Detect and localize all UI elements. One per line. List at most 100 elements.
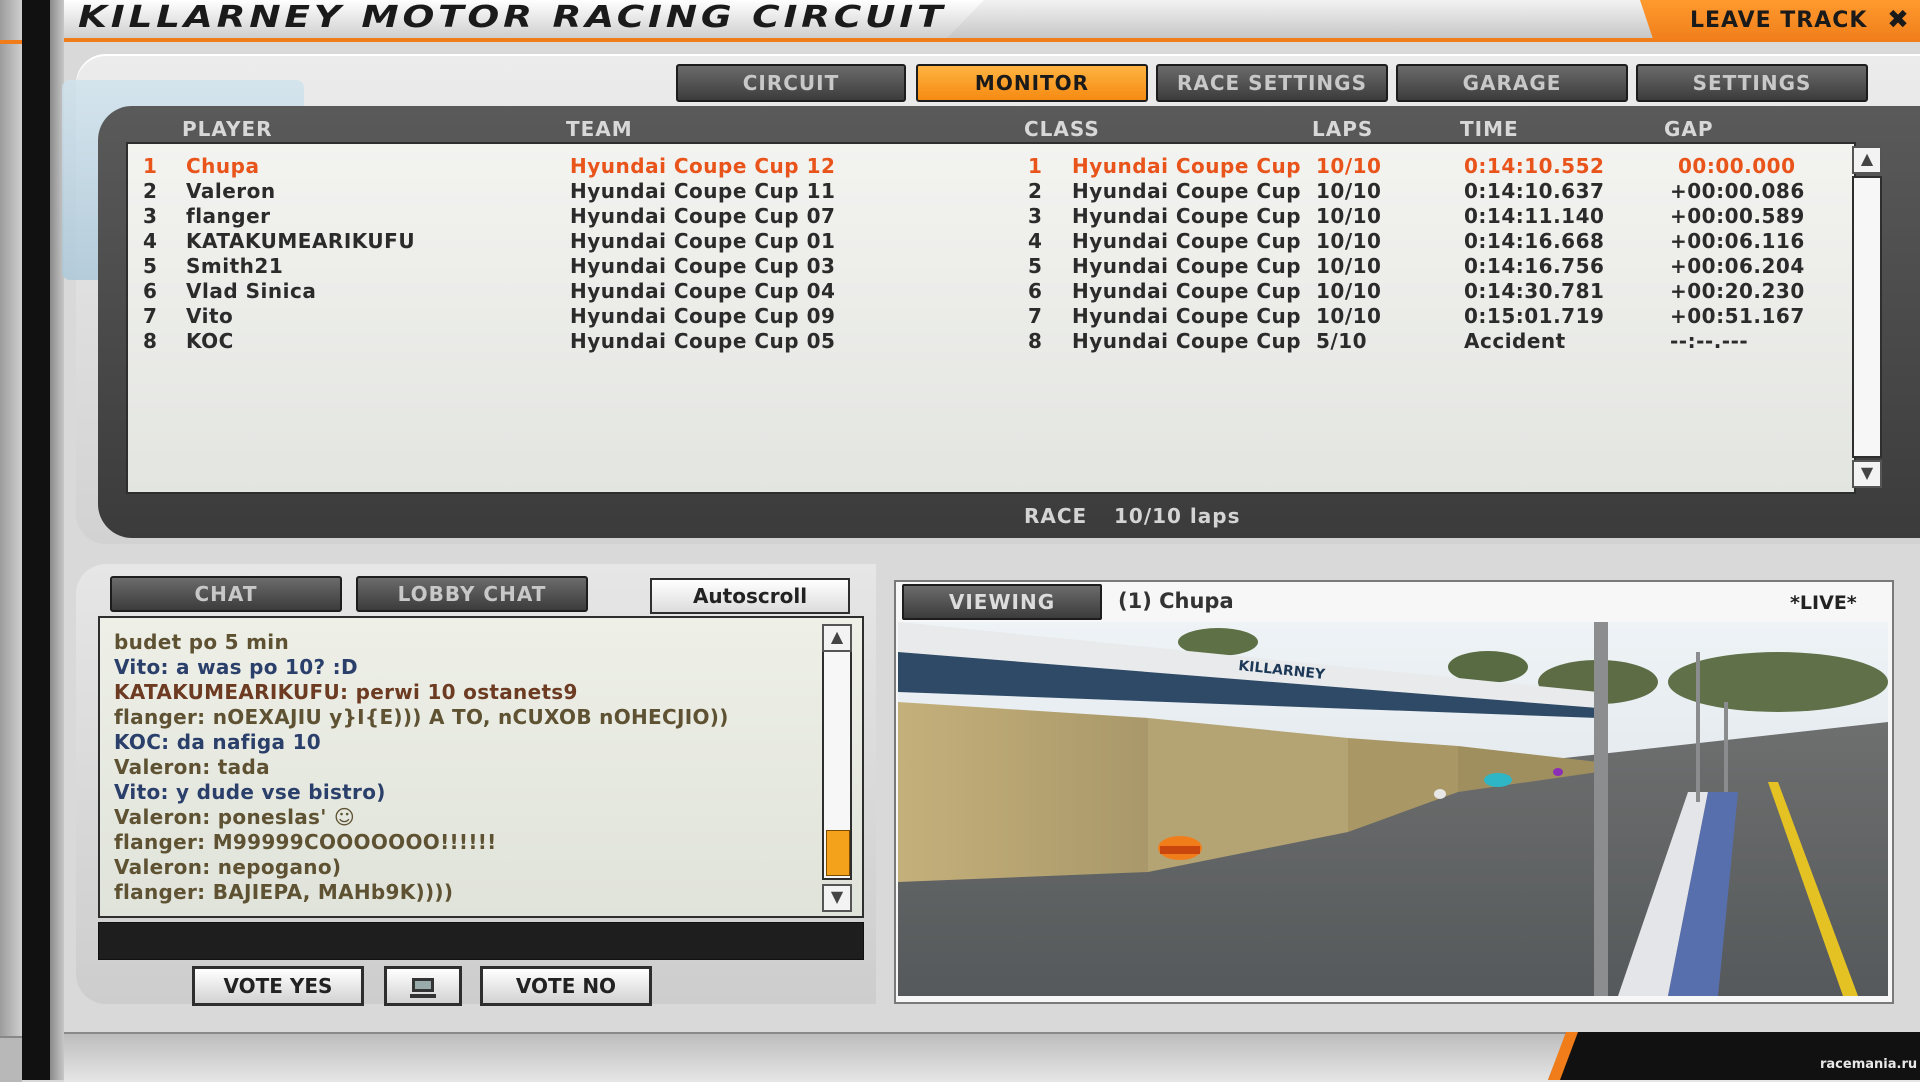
class-position-cell: 4	[1028, 229, 1043, 253]
column-header-class[interactable]: CLASS	[1024, 116, 1100, 142]
chat-message: flanger: M99999COOOOOOO!!!!!!	[114, 830, 497, 854]
position-cell: 8	[143, 329, 158, 353]
results-scroll-down-icon[interactable]: ▼	[1852, 460, 1882, 488]
gap-cell: +00:00.086	[1670, 179, 1805, 203]
results-scrollbar[interactable]	[1852, 176, 1882, 458]
class-cell: Hyundai Coupe Cup	[1072, 179, 1302, 203]
results-scroll-up-icon[interactable]: ▲	[1852, 146, 1882, 174]
table-row[interactable]: 7 Vito Hyundai Coupe Cup 09 7 Hyundai Co…	[128, 304, 1854, 329]
team-cell: Hyundai Coupe Cup 09	[570, 304, 836, 328]
time-cell: 0:14:11.140	[1464, 204, 1605, 228]
chat-message: flanger: nOEXAJIU y}I{E))) A TO, nCUXOB …	[114, 705, 729, 729]
chat-message: KOC: da nafiga 10	[114, 730, 322, 754]
team-cell: Hyundai Coupe Cup 04	[570, 279, 836, 303]
table-row[interactable]: 8 KOC Hyundai Coupe Cup 05 8 Hyundai Cou…	[128, 329, 1854, 354]
race-laps: 10/10 laps	[1114, 504, 1241, 528]
autoscroll-button[interactable]: Autoscroll	[650, 578, 850, 614]
position-cell: 4	[143, 229, 158, 253]
left-frame-divider	[22, 0, 50, 1080]
chat-message: Valeron: tada	[114, 755, 270, 779]
column-header-laps[interactable]: LAPS	[1312, 116, 1373, 142]
table-row[interactable]: 6 Vlad Sinica Hyundai Coupe Cup 04 6 Hyu…	[128, 279, 1854, 304]
player-cell: flanger	[186, 204, 271, 228]
table-row[interactable]: 1 Chupa Hyundai Coupe Cup 12 1 Hyundai C…	[128, 154, 1854, 179]
tab-settings[interactable]: SETTINGS	[1636, 64, 1868, 102]
class-position-cell: 1	[1028, 154, 1043, 178]
track-title: KILLARNEY MOTOR RACING CIRCUIT	[78, 0, 947, 35]
viewing-button[interactable]: VIEWING	[902, 584, 1102, 620]
class-cell: Hyundai Coupe Cup	[1072, 279, 1302, 303]
monitor-toggle-button[interactable]	[384, 966, 462, 1006]
table-row[interactable]: 4 KATAKUMEARIKUFU Hyundai Coupe Cup 01 4…	[128, 229, 1854, 254]
laps-cell: 10/10	[1316, 154, 1382, 178]
table-row[interactable]: 2 Valeron Hyundai Coupe Cup 11 2 Hyundai…	[128, 179, 1854, 204]
table-row[interactable]: 5 Smith21 Hyundai Coupe Cup 03 5 Hyundai…	[128, 254, 1854, 279]
class-position-cell: 6	[1028, 279, 1043, 303]
table-row[interactable]: 3 flanger Hyundai Coupe Cup 07 3 Hyundai…	[128, 204, 1854, 229]
close-icon[interactable]: ✖	[1884, 6, 1912, 34]
team-cell: Hyundai Coupe Cup 07	[570, 204, 836, 228]
class-cell: Hyundai Coupe Cup	[1072, 229, 1302, 253]
laps-cell: 10/10	[1316, 179, 1382, 203]
left-frame-notch	[0, 1036, 22, 1082]
left-frame-strip	[0, 0, 22, 1080]
player-cell: Valeron	[186, 179, 276, 203]
player-cell: KATAKUMEARIKUFU	[186, 229, 416, 253]
chat-scroll-thumb[interactable]	[826, 830, 850, 876]
chat-message: Vito: y dude vse bistro)	[114, 780, 386, 804]
team-cell: Hyundai Coupe Cup 01	[570, 229, 836, 253]
gap-cell: +00:06.116	[1670, 229, 1805, 253]
time-cell: 0:14:30.781	[1464, 279, 1605, 303]
player-cell: Vlad Sinica	[186, 279, 317, 303]
live-indicator: *LIVE*	[1790, 592, 1857, 614]
vote-yes-button[interactable]: VOTE YES	[192, 966, 364, 1006]
position-cell: 6	[143, 279, 158, 303]
column-header-gap[interactable]: GAP	[1664, 116, 1714, 142]
gap-cell: --:--.---	[1670, 329, 1749, 353]
chat-input[interactable]	[98, 922, 864, 960]
laps-cell: 10/10	[1316, 279, 1382, 303]
time-cell: 0:14:10.637	[1464, 179, 1605, 203]
tab-race-settings[interactable]: RACE SETTINGS	[1156, 64, 1388, 102]
column-header-team[interactable]: TEAM	[566, 116, 633, 142]
chat-scroll-down-icon[interactable]: ▼	[822, 884, 852, 912]
time-cell: Accident	[1464, 329, 1566, 353]
tab-chat[interactable]: CHAT	[110, 576, 342, 612]
chat-message: Valeron: nepogano)	[114, 855, 342, 879]
laps-cell: 5/10	[1316, 329, 1368, 353]
chat-scrollbar[interactable]	[822, 650, 852, 880]
column-header-player[interactable]: PLAYER	[182, 116, 273, 142]
time-cell: 0:14:16.756	[1464, 254, 1605, 278]
tab-circuit[interactable]: CIRCUIT	[676, 64, 906, 102]
position-cell: 1	[143, 154, 158, 178]
team-cell: Hyundai Coupe Cup 05	[570, 329, 836, 353]
chat-message: Valeron: poneslas' ☺	[114, 805, 356, 829]
gap-cell: +00:51.167	[1670, 304, 1805, 328]
chat-scroll-up-icon[interactable]: ▲	[822, 624, 852, 652]
column-header-time[interactable]: TIME	[1460, 116, 1519, 142]
class-cell: Hyundai Coupe Cup	[1072, 329, 1302, 353]
time-cell: 0:14:10.552	[1464, 154, 1605, 178]
position-cell: 3	[143, 204, 158, 228]
time-cell: 0:15:01.719	[1464, 304, 1605, 328]
laps-cell: 10/10	[1316, 304, 1382, 328]
position-cell: 7	[143, 304, 158, 328]
race-label: RACE	[1024, 504, 1088, 528]
player-cell: Vito	[186, 304, 234, 328]
tab-lobby-chat[interactable]: LOBBY CHAT	[356, 576, 588, 612]
class-cell: Hyundai Coupe Cup	[1072, 254, 1302, 278]
chat-message: budet po 5 min	[114, 630, 289, 654]
viewing-player: (1) Chupa	[1118, 589, 1234, 613]
laps-cell: 10/10	[1316, 254, 1382, 278]
position-cell: 5	[143, 254, 158, 278]
tab-garage[interactable]: GARAGE	[1396, 64, 1628, 102]
vote-no-button[interactable]: VOTE NO	[480, 966, 652, 1006]
tab-monitor[interactable]: MONITOR	[916, 64, 1148, 102]
leave-track-button[interactable]: LEAVE TRACK	[1690, 6, 1867, 36]
monitor-icon	[410, 977, 436, 998]
class-position-cell: 5	[1028, 254, 1043, 278]
results-table: 1 Chupa Hyundai Coupe Cup 12 1 Hyundai C…	[126, 142, 1856, 494]
header-accent-line	[64, 38, 1920, 42]
player-cell: KOC	[186, 329, 234, 353]
class-cell: Hyundai Coupe Cup	[1072, 204, 1302, 228]
